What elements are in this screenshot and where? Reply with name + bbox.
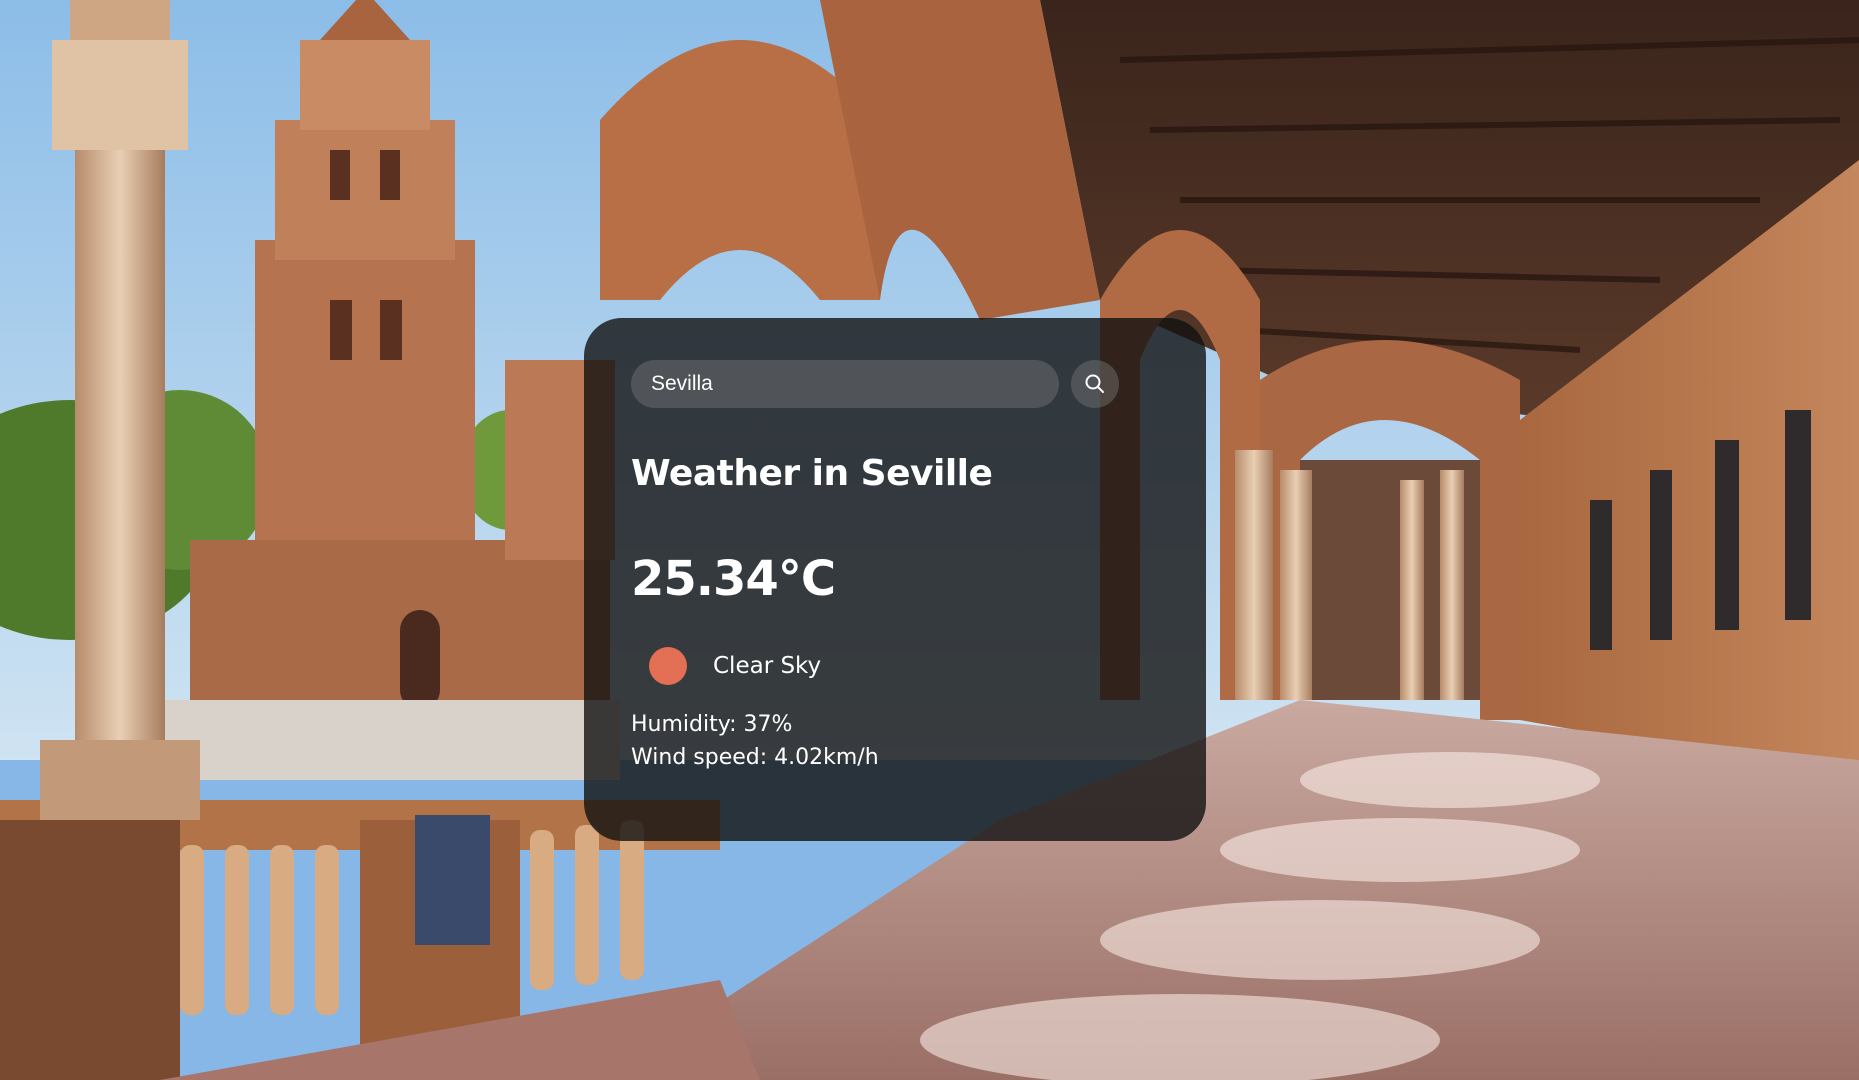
weather-details: Humidity: 37% Wind speed: 4.02km/h xyxy=(631,708,1158,774)
condition-label: Clear Sky xyxy=(713,652,822,679)
wind-speed: Wind speed: 4.02km/h xyxy=(631,744,879,770)
weather-condition: Clear Sky xyxy=(631,646,1158,686)
humidity: Humidity: 37% xyxy=(631,711,793,737)
search-icon xyxy=(1085,374,1104,393)
sun-icon xyxy=(649,646,687,685)
weather-app-page: Weather in Seville 25.34°C Clear Sky Hum… xyxy=(0,0,1859,1080)
search-button[interactable] xyxy=(1071,360,1119,408)
weather-card: Weather in Seville 25.34°C Clear Sky Hum… xyxy=(584,318,1206,841)
city-search-input[interactable] xyxy=(631,360,1059,408)
weather-title: Weather in Seville xyxy=(631,453,993,494)
search-bar xyxy=(631,360,1158,408)
temperature: 25.34°C xyxy=(631,551,836,608)
